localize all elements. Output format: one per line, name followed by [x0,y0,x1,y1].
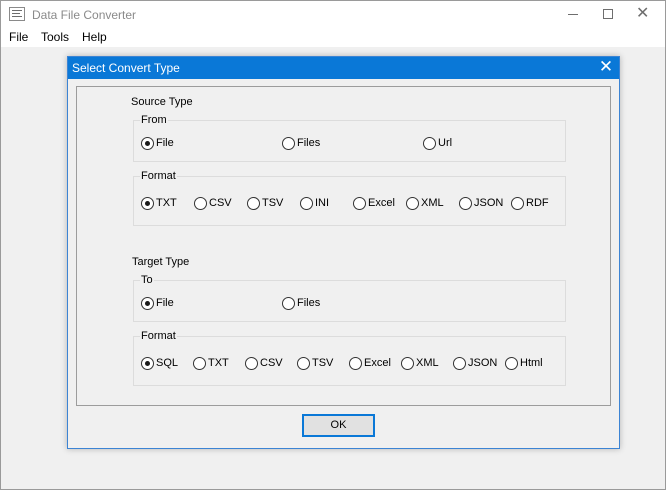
target-to-group: To File Files [133,274,566,322]
target-type-heading: Target Type [132,256,190,268]
ok-button[interactable]: OK [302,414,375,437]
radio-label: TXT [156,197,177,209]
menu-file[interactable]: File [9,30,28,44]
radio-label: File [156,137,174,149]
radio-circle-icon [141,357,154,370]
radio-label: Excel [364,357,391,369]
radio-circle-icon [423,137,436,150]
radio-label: CSV [209,197,232,209]
source-from-legend: From [140,114,168,126]
radio-label: File [156,297,174,309]
radio-circle-icon [505,357,518,370]
radio-circle-icon [353,197,366,210]
radio-circle-icon [511,197,524,210]
maximize-icon [603,9,613,19]
radio-label: CSV [260,357,283,369]
app-title: Data File Converter [32,8,137,22]
radio-circle-icon [141,297,154,310]
radio-label: XML [416,357,439,369]
radio-circle-icon [406,197,419,210]
radio-label: JSON [468,357,498,369]
radio-label: RDF [526,197,549,209]
dialog-titlebar[interactable]: Select Convert Type ✕ [68,57,619,79]
radio-circle-icon [300,197,313,210]
radio-circle-icon [297,357,310,370]
app-titlebar[interactable]: Data File Converter ✕ [1,1,665,28]
radio-circle-icon [193,357,206,370]
radio-label: TSV [262,197,284,209]
target-to-legend: To [140,274,154,286]
radio-label: Files [297,297,321,309]
source-type-heading: Source Type [131,96,193,108]
select-convert-type-dialog: Select Convert Type ✕ Source Type From F… [67,56,620,449]
window-close-button[interactable]: ✕ [620,1,666,28]
radio-label: SQL [156,357,179,369]
app-icon [9,7,25,21]
convert-options-panel: Source Type From File Files Url Format T… [76,86,611,406]
radio-circle-icon [459,197,472,210]
radio-label: TXT [208,357,229,369]
close-icon: ✕ [636,5,650,22]
radio-circle-icon [282,297,295,310]
radio-circle-icon [194,197,207,210]
dialog-close-button[interactable]: ✕ [596,58,616,78]
radio-label: Excel [368,197,395,209]
radio-circle-icon [141,197,154,210]
radio-circle-icon [453,357,466,370]
source-format-legend: Format [140,170,177,182]
dialog-title: Select Convert Type [72,61,180,75]
minimize-icon [568,14,578,15]
radio-circle-icon [401,357,414,370]
radio-label: XML [421,197,444,209]
menubar: File Tools Help [1,28,665,47]
radio-label: Url [438,137,453,149]
menu-tools[interactable]: Tools [41,30,69,44]
source-from-group: From File Files Url [133,114,566,162]
radio-label: JSON [474,197,504,209]
radio-label: Files [297,137,321,149]
target-format-group: Format SQL TXT CSV TSV Excel XML JSON Ht… [133,330,566,386]
source-format-group: Format TXT CSV TSV INI Excel XML JSON RD… [133,170,566,226]
radio-circle-icon [349,357,362,370]
radio-circle-icon [245,357,258,370]
radio-circle-icon [247,197,260,210]
radio-label: Html [520,357,543,369]
radio-label: TSV [312,357,334,369]
radio-circle-icon [141,137,154,150]
radio-circle-icon [282,137,295,150]
target-format-legend: Format [140,330,177,342]
menu-help[interactable]: Help [82,30,107,44]
radio-label: INI [315,197,330,209]
